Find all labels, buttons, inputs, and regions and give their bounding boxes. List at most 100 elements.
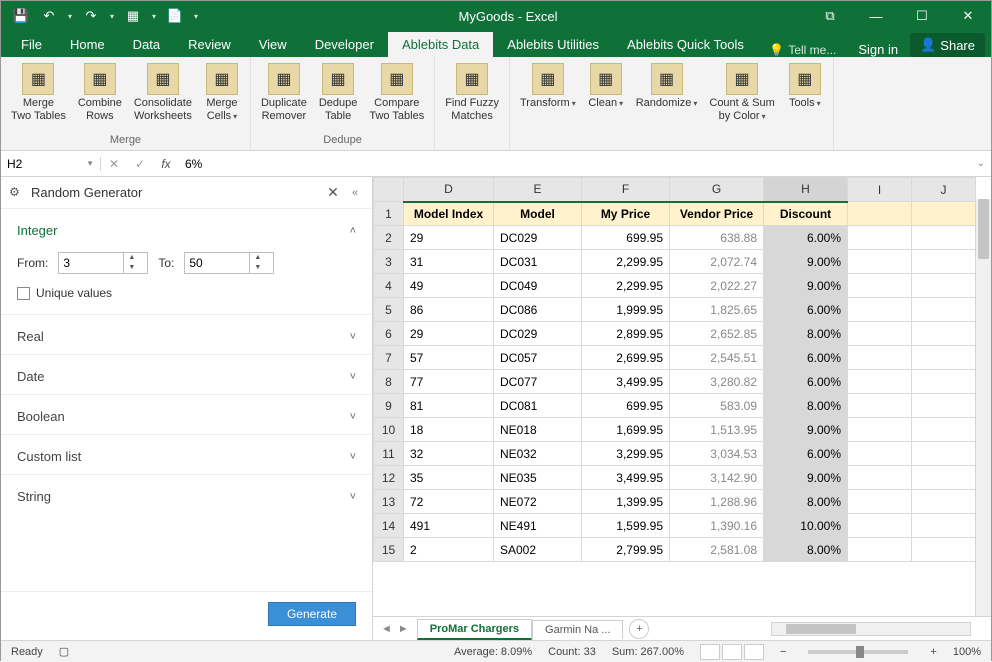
cell[interactable]: 1,599.95 bbox=[582, 514, 670, 538]
ribbon-display-icon[interactable]: ⧉ bbox=[807, 1, 853, 31]
row-header[interactable]: 9 bbox=[374, 394, 404, 418]
table-header-cell[interactable]: My Price bbox=[582, 202, 670, 226]
cell[interactable]: 6.00% bbox=[764, 442, 848, 466]
cell[interactable]: 3,499.95 bbox=[582, 370, 670, 394]
column-header-f[interactable]: F bbox=[582, 178, 670, 202]
sign-in[interactable]: Sign in bbox=[846, 42, 910, 57]
row-header[interactable]: 5 bbox=[374, 298, 404, 322]
cell[interactable]: 638.88 bbox=[670, 226, 764, 250]
share-button[interactable]: 👤Share bbox=[910, 33, 985, 57]
zoom-slider[interactable] bbox=[808, 650, 908, 654]
chevron-down-icon[interactable]: ▼ bbox=[86, 159, 94, 168]
tell-me[interactable]: 💡Tell me... bbox=[759, 43, 846, 57]
column-header-i[interactable]: I bbox=[848, 178, 912, 202]
cell[interactable]: 2,299.95 bbox=[582, 250, 670, 274]
section-real[interactable]: Real˅ bbox=[1, 314, 372, 354]
panel-collapse-icon[interactable]: « bbox=[346, 187, 364, 199]
cell[interactable]: 10.00% bbox=[764, 514, 848, 538]
add-sheet-icon[interactable]: + bbox=[629, 619, 649, 639]
sheet-tab-active[interactable]: ProMar Chargers bbox=[417, 619, 532, 640]
section-boolean[interactable]: Boolean˅ bbox=[1, 394, 372, 434]
ribbon-tab-review[interactable]: Review bbox=[174, 32, 245, 57]
cell[interactable]: NE032 bbox=[494, 442, 582, 466]
cell[interactable]: DC077 bbox=[494, 370, 582, 394]
ribbon-compare-button[interactable]: ▦CompareTwo Tables bbox=[363, 59, 430, 134]
view-buttons[interactable] bbox=[700, 644, 764, 660]
cell[interactable]: 699.95 bbox=[582, 226, 670, 250]
cell[interactable]: 3,034.53 bbox=[670, 442, 764, 466]
cell[interactable]: 49 bbox=[404, 274, 494, 298]
cell[interactable]: 1,288.96 bbox=[670, 490, 764, 514]
cell[interactable]: 2,545.51 bbox=[670, 346, 764, 370]
horizontal-scrollbar[interactable] bbox=[771, 622, 971, 636]
cell[interactable]: 6.00% bbox=[764, 346, 848, 370]
ribbon-merge-button[interactable]: ▦MergeTwo Tables bbox=[5, 59, 72, 134]
row-header[interactable]: 14 bbox=[374, 514, 404, 538]
row-header[interactable]: 6 bbox=[374, 322, 404, 346]
cell[interactable]: DC049 bbox=[494, 274, 582, 298]
zoom-knob[interactable] bbox=[856, 646, 864, 658]
dropdown-icon[interactable]: ▾ bbox=[65, 8, 75, 24]
scrollbar-thumb[interactable] bbox=[978, 199, 989, 259]
row-header[interactable]: 15 bbox=[374, 538, 404, 562]
cell[interactable]: 2,699.95 bbox=[582, 346, 670, 370]
cell[interactable]: DC031 bbox=[494, 250, 582, 274]
cancel-formula-icon[interactable]: ✕ bbox=[101, 157, 127, 171]
expand-formula-bar-icon[interactable]: ⌄ bbox=[971, 158, 991, 169]
row-header[interactable]: 7 bbox=[374, 346, 404, 370]
cell[interactable]: 86 bbox=[404, 298, 494, 322]
generate-button[interactable]: Generate bbox=[268, 602, 356, 626]
cell[interactable]: DC029 bbox=[494, 226, 582, 250]
sheet-tab[interactable]: Garmin Na ... bbox=[532, 620, 623, 639]
cell[interactable]: NE072 bbox=[494, 490, 582, 514]
ribbon-tab-ablebits-utilities[interactable]: Ablebits Utilities bbox=[493, 32, 613, 57]
column-header-h[interactable]: H bbox=[764, 178, 848, 202]
to-value[interactable] bbox=[185, 256, 249, 270]
qat-customize-icon[interactable]: ▾ bbox=[191, 8, 201, 24]
tab-nav-prev-icon[interactable]: ◄ bbox=[381, 623, 392, 635]
ribbon-dedupe-button[interactable]: ▦DedupeTable bbox=[313, 59, 364, 134]
ribbon-tab-view[interactable]: View bbox=[245, 32, 301, 57]
cell[interactable]: 8.00% bbox=[764, 394, 848, 418]
spin-up-icon[interactable]: ▲ bbox=[124, 253, 139, 263]
ribbon-duplicate-button[interactable]: ▦DuplicateRemover bbox=[255, 59, 313, 134]
cell[interactable]: 583.09 bbox=[670, 394, 764, 418]
ribbon-combine-button[interactable]: ▦CombineRows bbox=[72, 59, 128, 134]
row-header[interactable]: 1 bbox=[374, 202, 404, 226]
undo-icon[interactable]: ↶ bbox=[37, 4, 61, 28]
qat-custom-icon[interactable]: ▦ bbox=[121, 4, 145, 28]
column-header-g[interactable]: G bbox=[670, 178, 764, 202]
from-input[interactable]: ▲▼ bbox=[58, 252, 148, 274]
cell[interactable]: 3,142.90 bbox=[670, 466, 764, 490]
spin-up-icon[interactable]: ▲ bbox=[250, 253, 265, 263]
cell[interactable]: 57 bbox=[404, 346, 494, 370]
cell[interactable]: 3,280.82 bbox=[670, 370, 764, 394]
cell[interactable]: 1,513.95 bbox=[670, 418, 764, 442]
cell[interactable]: 2,899.95 bbox=[582, 322, 670, 346]
cell[interactable]: 699.95 bbox=[582, 394, 670, 418]
ribbon-tab-data[interactable]: Data bbox=[119, 32, 174, 57]
cell[interactable]: 32 bbox=[404, 442, 494, 466]
row-header[interactable]: 2 bbox=[374, 226, 404, 250]
row-header[interactable]: 11 bbox=[374, 442, 404, 466]
cell[interactable]: 72 bbox=[404, 490, 494, 514]
spin-down-icon[interactable]: ▼ bbox=[250, 263, 265, 273]
minimize-icon[interactable]: — bbox=[853, 1, 899, 31]
gear-icon[interactable]: ⚙ bbox=[9, 185, 25, 201]
zoom-level[interactable]: 100% bbox=[953, 646, 981, 658]
name-box[interactable]: H2 ▼ bbox=[1, 157, 101, 171]
maximize-icon[interactable]: ☐ bbox=[899, 1, 945, 31]
fx-icon[interactable]: fx bbox=[153, 157, 179, 171]
zoom-in-icon[interactable]: + bbox=[930, 646, 936, 658]
cell[interactable]: 9.00% bbox=[764, 250, 848, 274]
cell[interactable]: 8.00% bbox=[764, 538, 848, 562]
cell[interactable]: 1,825.65 bbox=[670, 298, 764, 322]
select-all-corner[interactable] bbox=[374, 178, 404, 202]
column-header-j[interactable]: J bbox=[912, 178, 976, 202]
ribbon-clean-button[interactable]: ▦Clean bbox=[582, 59, 630, 146]
cell[interactable]: 2,581.08 bbox=[670, 538, 764, 562]
cell[interactable]: SA002 bbox=[494, 538, 582, 562]
cell[interactable]: 9.00% bbox=[764, 418, 848, 442]
cell[interactable]: 1,399.95 bbox=[582, 490, 670, 514]
cell[interactable]: 2,799.95 bbox=[582, 538, 670, 562]
